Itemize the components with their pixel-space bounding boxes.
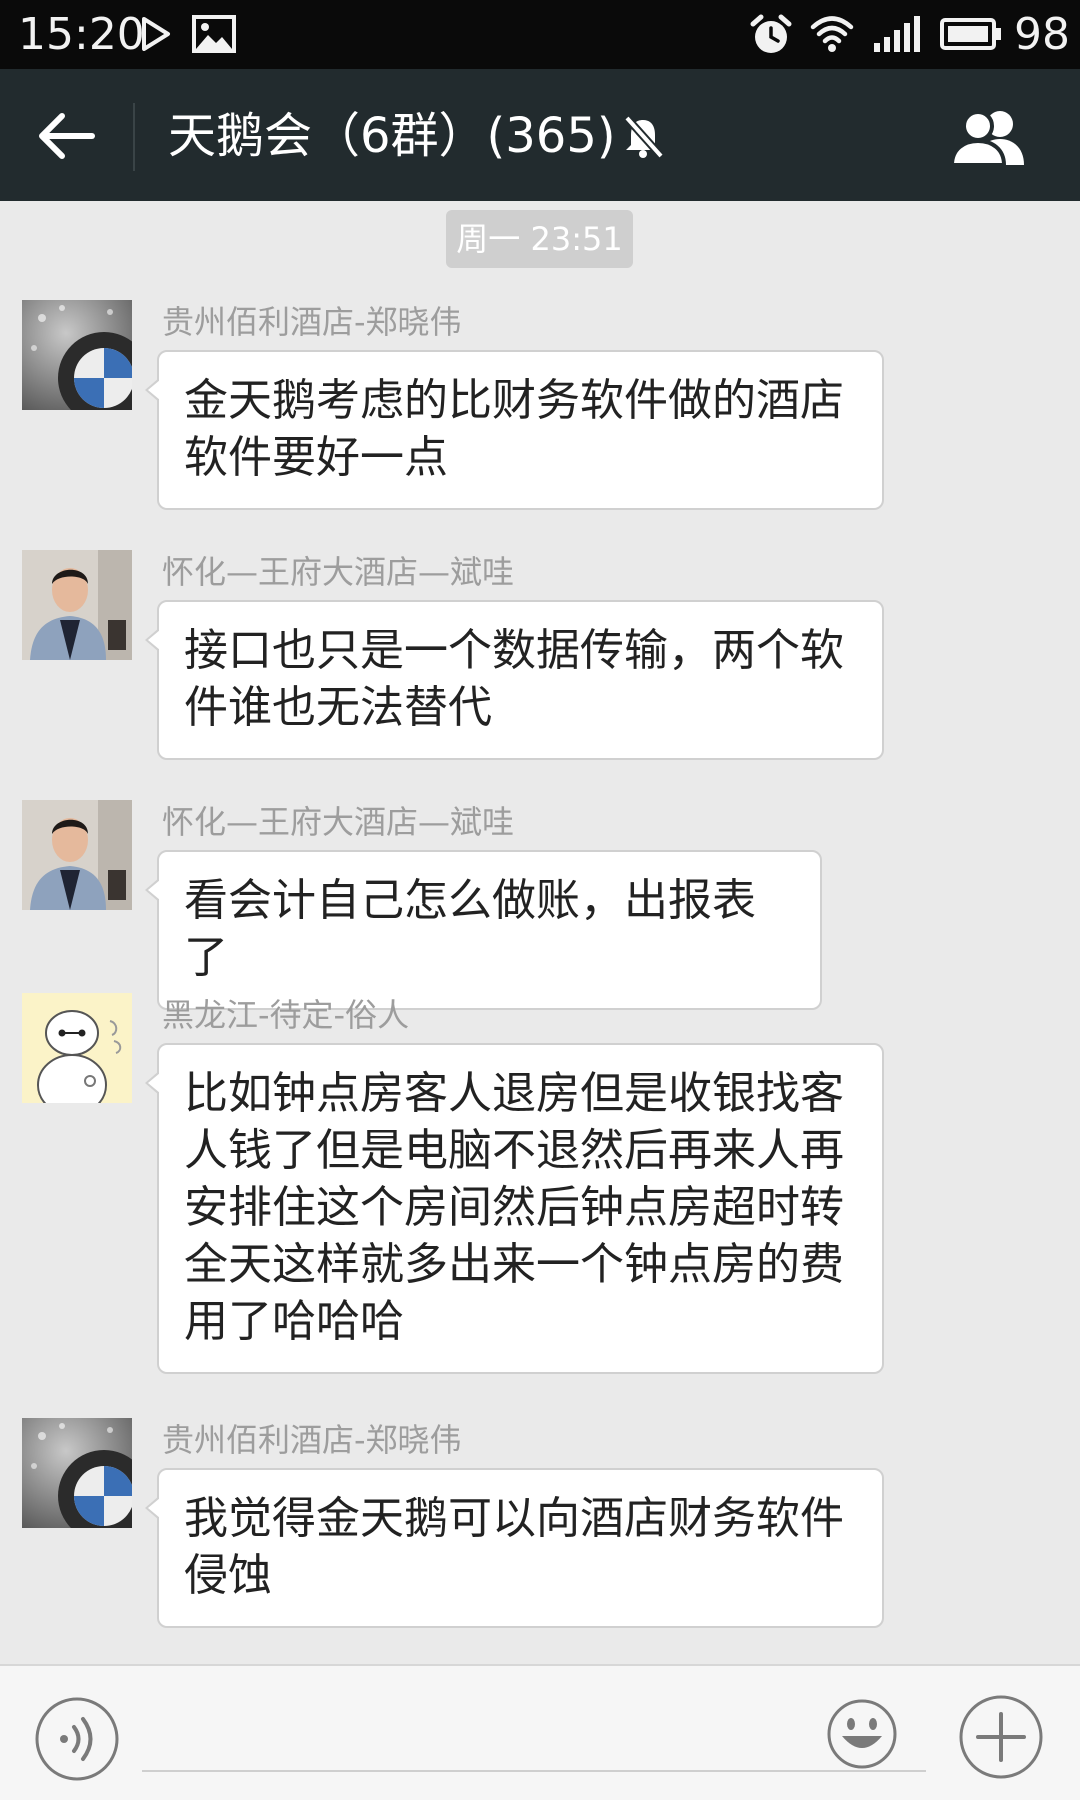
group-members-icon[interactable] bbox=[950, 107, 1030, 167]
input-bar bbox=[0, 1664, 1080, 1800]
sender-name: 贵州佰利酒店-郑晓伟 bbox=[162, 1421, 462, 1459]
message-bubble[interactable]: 接口也只是一个数据传输，两个软件谁也无法替代 bbox=[145, 600, 884, 760]
alarm-icon bbox=[750, 14, 792, 53]
emoji-icon[interactable] bbox=[826, 1698, 898, 1770]
status-time: 15:20 bbox=[18, 9, 145, 60]
back-arrow-icon[interactable] bbox=[34, 108, 98, 164]
message-bubble[interactable]: 比如钟点房客人退房但是收银找客人钱了但是电脑不退然后再来人再安排住这个房间然后钟… bbox=[145, 1043, 884, 1374]
chat-title: 天鹅会（6群）(365) bbox=[168, 108, 616, 164]
message-input[interactable] bbox=[142, 1706, 926, 1772]
sender-name: 贵州佰利酒店-郑晓伟 bbox=[162, 303, 462, 341]
sender-name: 怀化—王府大酒店—斌哇 bbox=[162, 553, 515, 591]
car-logo-avatar[interactable] bbox=[22, 300, 132, 410]
battery-level: 98 bbox=[1014, 9, 1070, 60]
car-logo-avatar[interactable] bbox=[22, 1418, 132, 1528]
wifi-icon bbox=[810, 16, 854, 52]
sender-name: 黑龙江-待定-俗人 bbox=[162, 996, 410, 1034]
man-portrait-avatar[interactable] bbox=[22, 800, 132, 910]
gallery-icon bbox=[192, 15, 236, 53]
cartoon-robot-avatar[interactable] bbox=[22, 993, 132, 1103]
message-bubble[interactable]: 我觉得金天鹅可以向酒店财务软件侵蚀 bbox=[145, 1468, 884, 1628]
message-bubble[interactable]: 看会计自己怎么做账，出报表了 bbox=[145, 850, 822, 1010]
chat-header: 天鹅会（6群）(365) bbox=[0, 69, 1080, 201]
voice-icon[interactable] bbox=[34, 1696, 120, 1782]
man-portrait-avatar[interactable] bbox=[22, 550, 132, 660]
mute-icon bbox=[624, 115, 664, 159]
signal-icon bbox=[874, 16, 920, 52]
status-bar: 15:20 98 bbox=[0, 0, 1080, 69]
play-icon bbox=[142, 17, 170, 51]
message-bubble[interactable]: 金天鹅考虑的比财务软件做的酒店软件要好一点 bbox=[145, 350, 884, 510]
message-timestamp: 周一 23:51 bbox=[446, 210, 633, 268]
plus-icon[interactable] bbox=[958, 1694, 1044, 1780]
header-divider bbox=[133, 103, 135, 171]
battery-icon bbox=[940, 18, 1001, 50]
sender-name: 怀化—王府大酒店—斌哇 bbox=[162, 803, 515, 841]
